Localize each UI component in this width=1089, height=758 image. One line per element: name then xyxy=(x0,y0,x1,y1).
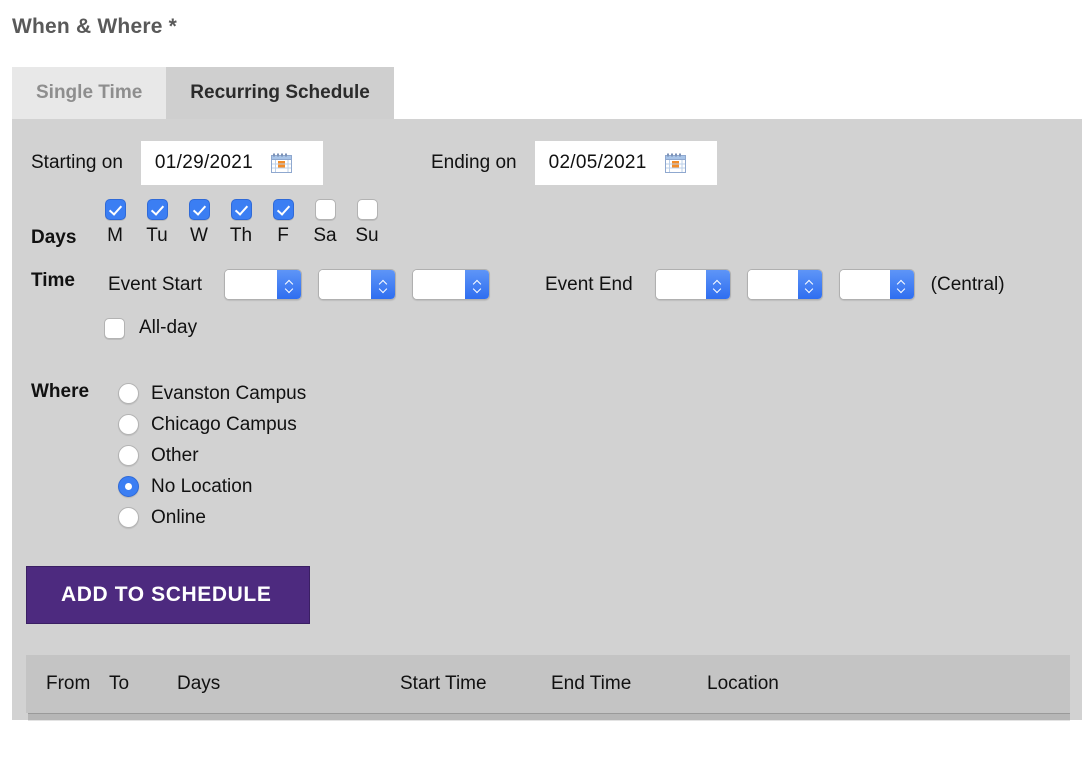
where-option-label: Evanston Campus xyxy=(151,382,307,404)
event-end-hour-value xyxy=(655,270,706,299)
event-end-minute-value xyxy=(747,270,798,299)
day-checkbox-f[interactable] xyxy=(272,199,294,220)
column-header-to: To xyxy=(109,673,130,694)
day-label-w: W xyxy=(190,225,208,246)
event-start-hour-value xyxy=(225,270,277,299)
day-checkbox-w[interactable] xyxy=(188,199,210,220)
days-label: Days xyxy=(31,227,77,248)
event-start-row: Event Start xyxy=(108,269,490,300)
day-option-tu[interactable]: Tu xyxy=(136,199,178,247)
event-start-minute-value xyxy=(319,270,371,299)
event-start-meridiem-select[interactable] xyxy=(412,269,490,300)
page-title: When & Where * xyxy=(12,15,177,38)
day-checkbox-su[interactable] xyxy=(356,199,378,220)
where-radio-evanston-campus[interactable] xyxy=(118,383,139,404)
column-header-days: Days xyxy=(177,673,221,694)
day-option-sa[interactable]: Sa xyxy=(304,199,346,247)
event-end-minute-select[interactable] xyxy=(746,269,823,300)
where-label: Where xyxy=(31,381,90,402)
starting-on-label: Starting on xyxy=(31,152,123,173)
where-option-label: Other xyxy=(151,444,199,466)
day-checkbox-m[interactable] xyxy=(104,199,126,220)
add-to-schedule-label: ADD TO SCHEDULE xyxy=(61,583,272,606)
where-option-no-location[interactable]: No Location xyxy=(118,471,306,502)
starting-on-row: Starting on 01/29/2021 xyxy=(31,141,323,185)
event-start-meridiem-value xyxy=(413,270,465,299)
event-start-label: Event Start xyxy=(108,273,202,295)
day-option-su[interactable]: Su xyxy=(346,199,388,247)
add-to-schedule-button[interactable]: ADD TO SCHEDULE xyxy=(26,566,310,624)
ending-on-label: Ending on xyxy=(431,152,517,173)
stepper-chevrons-icon[interactable] xyxy=(371,270,395,299)
starting-on-value: 01/29/2021 xyxy=(154,152,253,173)
day-label-th: Th xyxy=(229,225,253,246)
timezone-label: (Central) xyxy=(930,273,1005,295)
starting-on-field[interactable]: 01/29/2021 xyxy=(140,141,323,185)
stepper-chevrons-icon[interactable] xyxy=(797,270,822,299)
day-label-tu: Tu xyxy=(146,225,168,246)
event-end-meridiem-value xyxy=(839,270,890,299)
stepper-chevrons-icon[interactable] xyxy=(889,270,914,299)
event-end-meridiem-select[interactable] xyxy=(838,269,915,300)
day-label-sa: Sa xyxy=(313,225,337,246)
event-start-minute-select[interactable] xyxy=(318,269,396,300)
where-option-chicago-campus[interactable]: Chicago Campus xyxy=(118,409,306,440)
where-option-evanston-campus[interactable]: Evanston Campus xyxy=(118,378,306,409)
stepper-chevrons-icon[interactable] xyxy=(705,270,730,299)
schedule-table-header: From To Days Start Time End Time Locatio… xyxy=(26,655,1070,713)
column-header-start-time: Start Time xyxy=(400,673,487,694)
where-radio-other[interactable] xyxy=(118,445,139,466)
calendar-icon[interactable] xyxy=(664,153,686,174)
where-option-label: No Location xyxy=(151,475,253,497)
time-label: Time xyxy=(31,270,76,291)
schedule-table-horizontal-scrollbar[interactable] xyxy=(28,713,1070,721)
where-option-online[interactable]: Online xyxy=(118,502,306,533)
event-end-hour-select[interactable] xyxy=(654,269,731,300)
days-checkbox-group: M Tu W Th F Sa Su xyxy=(94,199,388,247)
event-end-label: Event End xyxy=(545,273,633,295)
stepper-chevrons-icon[interactable] xyxy=(465,270,489,299)
all-day-row[interactable]: All-day xyxy=(104,317,197,339)
day-checkbox-th[interactable] xyxy=(230,199,252,220)
day-option-m[interactable]: M xyxy=(94,199,136,247)
tab-recurring-schedule-label: Recurring Schedule xyxy=(190,82,370,103)
ending-on-row: Ending on 02/05/2021 xyxy=(431,141,717,185)
where-option-other[interactable]: Other xyxy=(118,440,306,471)
tab-strip: Single Time Recurring Schedule xyxy=(12,67,394,119)
event-start-hour-select[interactable] xyxy=(224,269,302,300)
day-label-f: F xyxy=(277,225,289,246)
ending-on-field[interactable]: 02/05/2021 xyxy=(534,141,717,185)
day-label-su: Su xyxy=(355,225,379,246)
tab-single-time-label: Single Time xyxy=(36,82,143,103)
column-header-from: From xyxy=(46,673,91,694)
event-end-row: Event End (Central) xyxy=(545,269,1005,300)
day-option-w[interactable]: W xyxy=(178,199,220,247)
day-checkbox-sa[interactable] xyxy=(314,199,336,220)
where-option-label: Online xyxy=(151,506,206,528)
ending-on-value: 02/05/2021 xyxy=(548,152,647,173)
stepper-chevrons-icon[interactable] xyxy=(277,270,301,299)
calendar-icon[interactable] xyxy=(271,153,292,174)
tab-recurring-schedule[interactable]: Recurring Schedule xyxy=(166,67,394,119)
column-header-location: Location xyxy=(707,673,779,694)
where-radio-chicago-campus[interactable] xyxy=(118,414,139,435)
tab-single-time[interactable]: Single Time xyxy=(12,67,167,119)
where-radio-no-location[interactable] xyxy=(118,476,139,497)
recurring-schedule-panel: Starting on 01/29/2021 Ending on 02/05/2… xyxy=(12,119,1082,721)
day-option-th[interactable]: Th xyxy=(220,199,262,247)
where-option-label: Chicago Campus xyxy=(151,413,297,435)
where-radio-group: Evanston Campus Chicago Campus Other No … xyxy=(118,378,306,533)
column-header-end-time: End Time xyxy=(551,673,632,694)
where-radio-online[interactable] xyxy=(118,507,139,528)
day-checkbox-tu[interactable] xyxy=(146,199,168,220)
all-day-checkbox[interactable] xyxy=(104,317,125,339)
all-day-label: All-day xyxy=(139,317,198,338)
day-label-m: M xyxy=(107,225,123,246)
day-option-f[interactable]: F xyxy=(262,199,304,247)
